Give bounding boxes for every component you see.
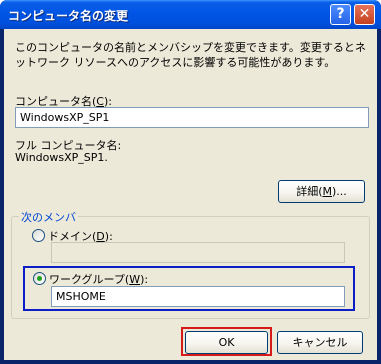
window-title: コンピュータ名の変更 bbox=[8, 9, 129, 23]
workgroup-input[interactable]: MSHOME bbox=[51, 286, 345, 307]
description-text: このコンピュータの名前とメンバシップを変更できます。変更するとネットワーク リソ… bbox=[15, 41, 366, 69]
close-button[interactable]: ✕ bbox=[354, 4, 375, 25]
workgroup-radio[interactable] bbox=[33, 272, 46, 285]
computer-name-input[interactable]: WindowsXP_SP1 bbox=[15, 107, 369, 128]
dialog-body: このコンピュータの名前とメンバシップを変更できます。変更するとネットワーク リソ… bbox=[4, 29, 377, 360]
ok-button[interactable]: OK bbox=[185, 331, 268, 354]
full-name-value: WindowsXP_SP1. bbox=[15, 151, 108, 164]
title-bar[interactable]: コンピュータ名の変更 ? ✕ bbox=[0, 0, 381, 29]
details-button[interactable]: 詳細(M)... bbox=[278, 180, 365, 203]
domain-radio[interactable] bbox=[32, 229, 45, 242]
help-button[interactable]: ? bbox=[330, 4, 351, 25]
domain-input[interactable] bbox=[51, 242, 345, 263]
member-group-title: 次のメンバ bbox=[19, 209, 78, 225]
cancel-button[interactable]: キャンセル bbox=[277, 331, 363, 354]
workgroup-label: ワークグループ(W): bbox=[49, 273, 149, 286]
dialog-window: コンピュータ名の変更 ? ✕ このコンピュータの名前とメンバシップを変更できます… bbox=[0, 0, 381, 364]
